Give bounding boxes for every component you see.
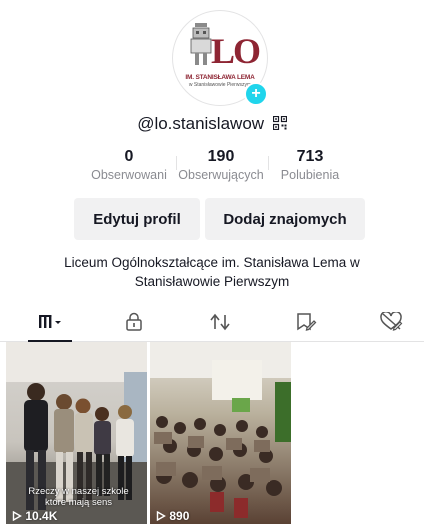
logo-lettering: LO	[211, 31, 261, 71]
profile-tabs	[0, 303, 424, 342]
tab-private[interactable]	[104, 303, 164, 341]
stat-followers-value: 190	[207, 148, 235, 165]
videos-grid-icon	[39, 315, 61, 328]
stat-likes[interactable]: 713 Polubienia	[269, 148, 351, 182]
avatar[interactable]: LO IM. STANISŁAWA LEMA w Stanisławowie P…	[172, 10, 268, 106]
video-caption: Rzeczy w naszej szkole które mają sens	[28, 486, 129, 508]
video-thumbnail-image	[150, 342, 291, 524]
edit-profile-button[interactable]: Edytuj profil	[74, 198, 200, 240]
logo-text-line1: IM. STANISŁAWA LEMA	[185, 74, 255, 81]
view-count-value: 10.4K	[25, 509, 58, 523]
lock-icon	[126, 312, 142, 331]
tab-liked[interactable]	[362, 303, 422, 341]
view-count: 10.4K	[12, 509, 57, 523]
username-row: @lo.stanislawow	[0, 114, 424, 134]
play-icon	[156, 510, 166, 522]
tab-saved[interactable]	[276, 303, 336, 341]
stat-followers-label: Obserwujących	[178, 168, 264, 182]
stat-likes-label: Polubienia	[280, 168, 340, 182]
stat-followers[interactable]: 190 Obserwujących	[176, 148, 266, 182]
video-thumbnail[interactable]: Rzeczy w naszej szkole które mają sens 1…	[6, 342, 147, 524]
qr-code-icon[interactable]	[272, 116, 287, 130]
logo-figure-icon	[190, 23, 212, 65]
add-friends-button[interactable]: Dodaj znajomych	[205, 198, 365, 240]
tab-videos[interactable]	[20, 303, 80, 342]
profile-bio: Liceum Ogólnokształcące im. Stanisława L…	[64, 255, 360, 289]
profile-stats: 0 Obserwowani 190 Obserwujących 713 Polu…	[84, 148, 350, 188]
bookmark-icon	[297, 313, 317, 331]
video-thumbnail[interactable]: 890	[150, 342, 291, 524]
view-count: 890	[156, 509, 189, 523]
tab-reposts[interactable]	[190, 303, 250, 341]
stat-following[interactable]: 0 Obserwowani	[84, 148, 174, 182]
liked-icon	[380, 312, 403, 331]
stat-following-label: Obserwowani	[91, 168, 167, 182]
play-icon	[12, 510, 22, 522]
repost-icon	[210, 313, 230, 331]
stat-likes-value: 713	[296, 148, 324, 165]
username: @lo.stanislawow	[137, 114, 265, 133]
view-count-value: 890	[169, 509, 190, 523]
stat-following-value: 0	[124, 148, 134, 165]
add-photo-plus-icon[interactable]: +	[244, 82, 268, 106]
